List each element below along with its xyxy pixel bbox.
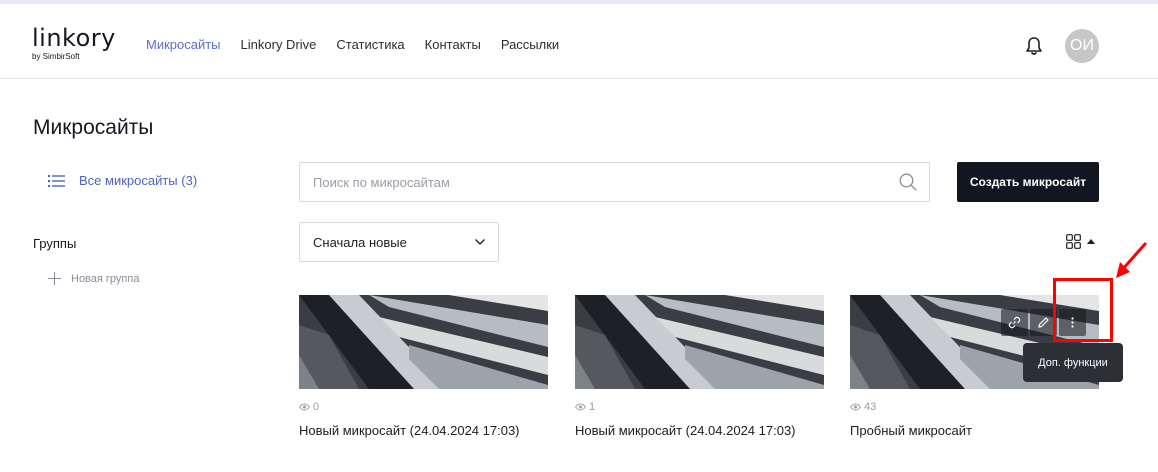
nav-statistics[interactable]: Статистика bbox=[336, 37, 404, 52]
tooltip: Доп. функции bbox=[1023, 343, 1123, 382]
views-counter: 43 bbox=[850, 401, 1099, 413]
logo-wordmark: linkory bbox=[32, 24, 116, 52]
sort-value: Сначала новые bbox=[313, 234, 407, 250]
microsite-title[interactable]: Новый микросайт (24.04.2024 17:03) bbox=[575, 423, 824, 438]
groups-heading: Группы bbox=[33, 236, 77, 251]
microsite-card[interactable]: 0 Новый микросайт (24.04.2024 17:03) bbox=[299, 295, 548, 438]
page-title: Микросайты bbox=[33, 116, 154, 139]
logo-subtitle: by SimbirSoft bbox=[32, 52, 80, 61]
architecture-image bbox=[299, 295, 548, 389]
search-input[interactable] bbox=[300, 163, 899, 201]
eye-icon bbox=[850, 403, 861, 411]
microsite-title[interactable]: Пробный микросайт bbox=[850, 423, 1099, 438]
top-strip bbox=[0, 0, 1158, 4]
chevron-down-icon bbox=[475, 239, 485, 245]
views-count: 0 bbox=[313, 401, 320, 413]
new-group-button[interactable]: Новая группа bbox=[48, 272, 139, 285]
link-icon bbox=[1008, 316, 1021, 329]
view-toggle[interactable] bbox=[1066, 234, 1095, 249]
caret-up-icon bbox=[1087, 239, 1095, 244]
header: linkory by SimbirSoft Микросайты Linkory… bbox=[0, 11, 1158, 79]
microsite-card[interactable]: 1 Новый микросайт (24.04.2024 17:03) bbox=[575, 295, 824, 438]
search-box bbox=[299, 162, 930, 202]
copy-link-button[interactable] bbox=[1001, 309, 1028, 336]
sort-select[interactable]: Сначала новые bbox=[299, 222, 499, 262]
search-icon[interactable] bbox=[899, 173, 917, 191]
eye-icon bbox=[299, 403, 310, 411]
eye-icon bbox=[575, 403, 586, 411]
microsite-cover-image[interactable] bbox=[575, 295, 824, 389]
new-group-label: Новая группа bbox=[71, 272, 140, 285]
annotation-arrow bbox=[1116, 242, 1147, 278]
nav-contacts[interactable]: Контакты bbox=[425, 37, 481, 52]
views-count: 1 bbox=[589, 401, 596, 413]
sidebar-item-label: Все микросайты (3) bbox=[79, 173, 198, 188]
architecture-image bbox=[575, 295, 824, 389]
views-counter: 0 bbox=[299, 401, 548, 413]
list-icon bbox=[48, 174, 65, 187]
nav-linkory-drive[interactable]: Linkory Drive bbox=[241, 37, 317, 52]
microsite-title[interactable]: Новый микросайт (24.04.2024 17:03) bbox=[299, 423, 548, 438]
microsite-cover-image[interactable] bbox=[299, 295, 548, 389]
grid-view-icon bbox=[1066, 234, 1081, 249]
views-count: 43 bbox=[864, 401, 877, 413]
pencil-icon bbox=[1038, 317, 1049, 328]
annotation-highlight-box bbox=[1053, 278, 1113, 342]
sidebar-item-all-microsites[interactable]: Все микросайты (3) bbox=[48, 173, 197, 188]
views-counter: 1 bbox=[575, 401, 824, 413]
avatar[interactable]: ОИ bbox=[1065, 29, 1099, 63]
logo[interactable]: linkory by SimbirSoft bbox=[32, 25, 116, 61]
nav-mailings[interactable]: Рассылки bbox=[501, 37, 559, 52]
bell-icon[interactable] bbox=[1025, 36, 1043, 56]
plus-icon bbox=[48, 272, 61, 285]
main-nav: Микросайты Linkory Drive Статистика Конт… bbox=[146, 37, 559, 52]
nav-microsites[interactable]: Микросайты bbox=[146, 37, 221, 52]
create-microsite-button[interactable]: Создать микросайт bbox=[957, 162, 1099, 202]
